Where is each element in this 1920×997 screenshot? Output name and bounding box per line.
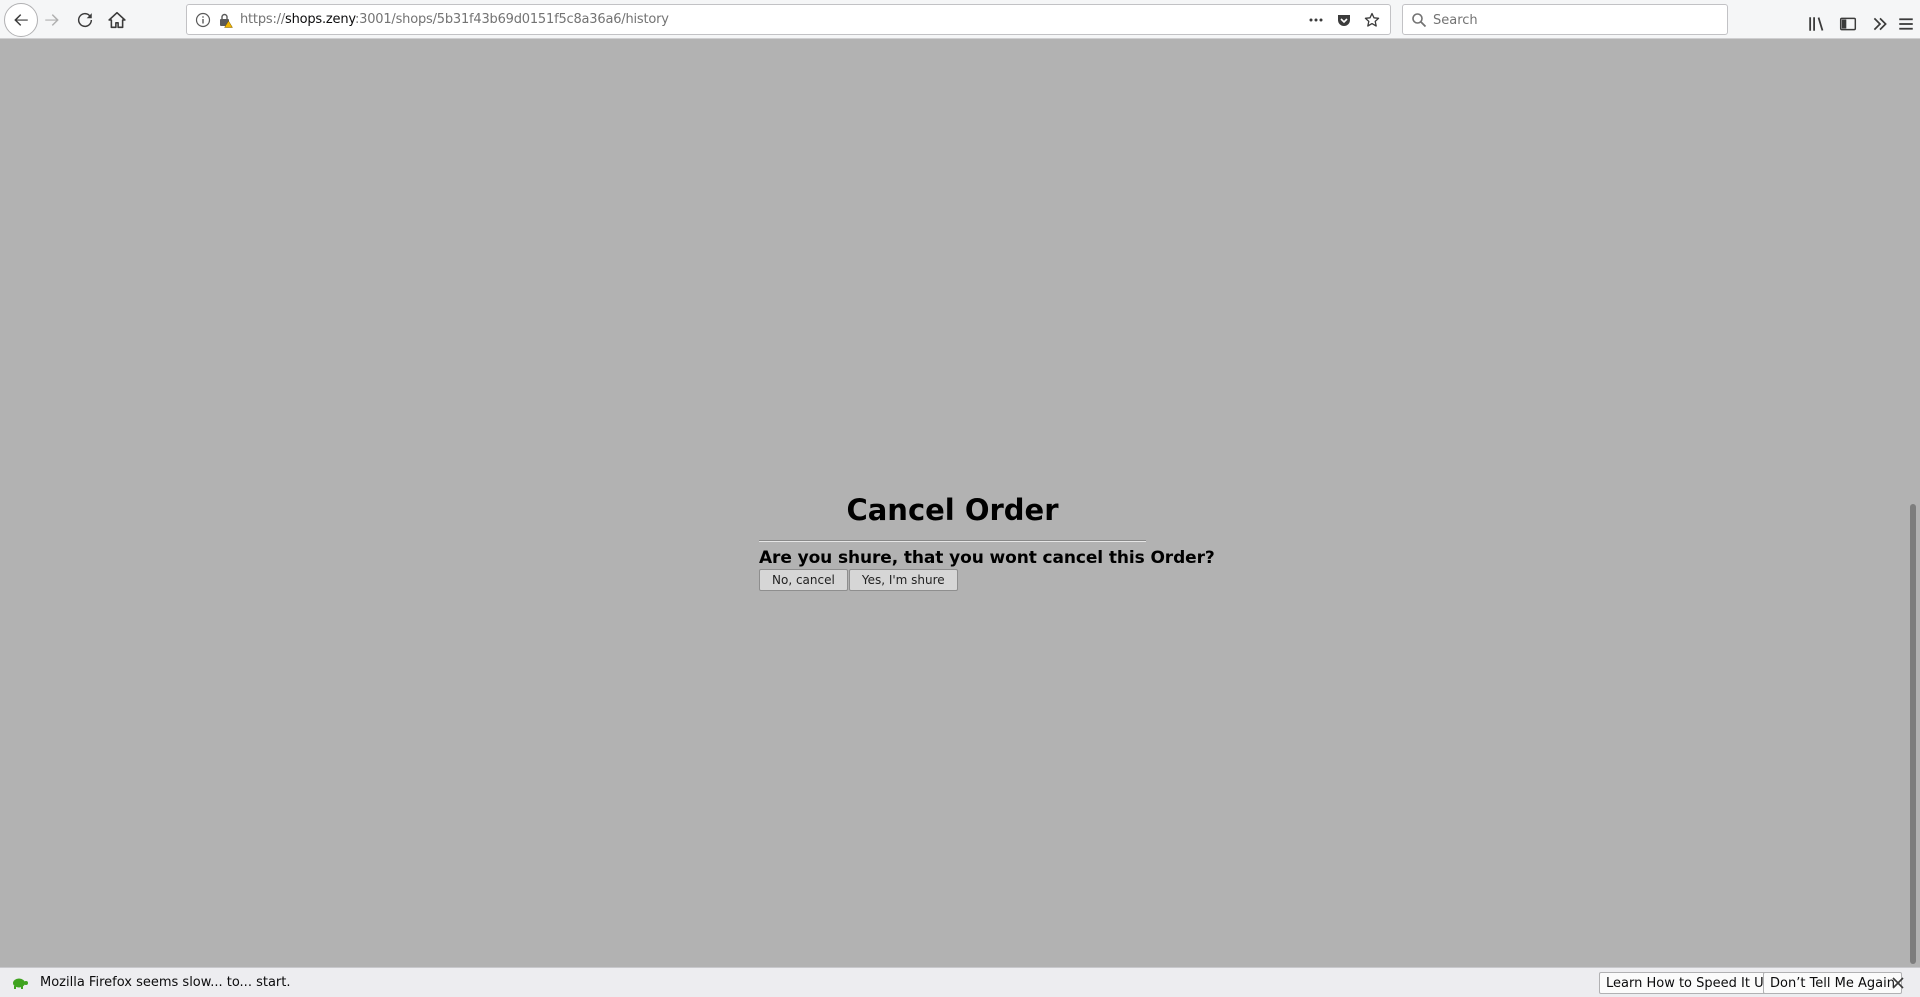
close-icon[interactable] [1891, 976, 1905, 990]
hamburger-menu-icon [1899, 18, 1913, 30]
notification-message: Mozilla Firefox seems slow... to... star… [40, 975, 291, 990]
sidebar-toggle-button[interactable] [1832, 8, 1864, 40]
insecure-lock-icon[interactable] [217, 12, 233, 28]
search-bar[interactable] [1402, 4, 1728, 35]
more-horizontal-icon [1309, 18, 1323, 22]
back-button[interactable] [4, 3, 38, 37]
chevron-double-right-icon [1873, 17, 1887, 31]
page-overlay: Cancel Order Are you shure, that you won… [0, 39, 1905, 967]
dialog-title: Cancel Order [846, 493, 1059, 527]
no-cancel-button[interactable]: No, cancel [759, 569, 848, 591]
yes-confirm-button[interactable]: Yes, I'm shure [848, 569, 958, 591]
slow-startup-notification: Mozilla Firefox seems slow... to... star… [0, 967, 1920, 997]
url-actions [1306, 10, 1382, 30]
turtle-icon [13, 978, 28, 989]
home-button[interactable] [101, 4, 133, 36]
page-actions-button[interactable] [1306, 10, 1326, 30]
app-menu-button[interactable] [1890, 8, 1920, 40]
divider [759, 540, 1146, 542]
search-icon [1412, 13, 1427, 28]
dialog-buttons: No, cancel Yes, I'm shure [759, 569, 1146, 591]
scrollbar-thumb[interactable] [1910, 504, 1916, 964]
arrow-right-icon [45, 14, 59, 26]
sidebar-icon [1839, 17, 1857, 31]
pocket-button[interactable] [1334, 10, 1354, 30]
scrollbar[interactable] [1905, 39, 1920, 967]
pocket-icon [1338, 15, 1350, 26]
url-scheme: https:// [240, 12, 285, 27]
reload-button[interactable] [69, 4, 101, 36]
dont-tell-again-button[interactable]: Don’t Tell Me Again [1763, 972, 1902, 994]
library-icon [1809, 17, 1824, 31]
url-text[interactable]: https://shops.zeny:3001/shops/5b31f43b69… [240, 12, 669, 27]
url-bar[interactable]: https://shops.zeny:3001/shops/5b31f43b69… [186, 4, 1391, 35]
learn-speed-up-button[interactable]: Learn How to Speed It Up [1599, 972, 1779, 994]
home-icon [108, 11, 126, 29]
arrow-left-icon [14, 14, 28, 26]
forward-button[interactable] [36, 4, 68, 36]
url-host: shops.zeny [285, 12, 355, 27]
library-button[interactable] [1800, 8, 1832, 40]
dialog-question: Are you shure, that you wont cancel this… [759, 548, 1215, 568]
info-icon[interactable] [195, 12, 211, 28]
url-path: :3001/shops/5b31f43b69d0151f5c8a36a6/his… [354, 12, 669, 27]
reload-icon [77, 12, 93, 28]
star-icon [1364, 12, 1380, 27]
cancel-order-dialog: Cancel Order Are you shure, that you won… [759, 490, 1215, 591]
bookmark-button[interactable] [1362, 10, 1382, 30]
browser-toolbar: https://shops.zeny:3001/shops/5b31f43b69… [0, 0, 1920, 39]
search-input[interactable] [1433, 9, 1718, 31]
